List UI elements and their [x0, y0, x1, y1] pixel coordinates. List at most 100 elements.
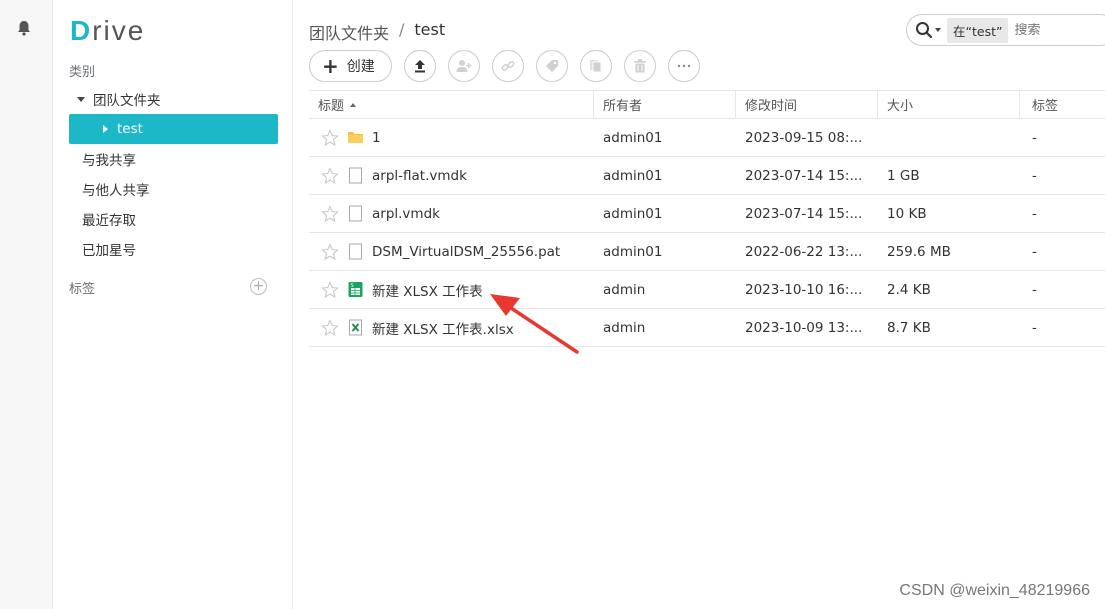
file-name[interactable]: 新建 XLSX 工作表.xlsx	[372, 318, 514, 338]
file-name[interactable]: arpl.vmdk	[372, 206, 440, 222]
cell-owner: admin01	[603, 167, 663, 184]
cell-size: 1 GB	[887, 167, 920, 184]
more-button[interactable]	[667, 50, 700, 82]
star-icon[interactable]	[321, 166, 339, 185]
cell-tags: -	[1032, 281, 1037, 298]
cell-size: 2.4 KB	[887, 281, 931, 298]
cell-tags: -	[1032, 319, 1037, 336]
spreadsheet-icon: S	[348, 282, 363, 297]
category-label: 类别	[69, 65, 96, 80]
file-name[interactable]: 1	[372, 130, 381, 146]
file-name[interactable]: arpl-flat.vmdk	[372, 168, 467, 184]
file-table: 标题 所有者 修改时间 大小 标签 1 admin01 2023-09-15 08:…	[309, 90, 1105, 347]
search-scope[interactable]: 在“test”	[947, 17, 1009, 43]
caret-right-icon[interactable]	[103, 125, 108, 133]
trash-icon	[633, 59, 646, 73]
breadcrumb-root[interactable]: 团队文件夹	[309, 20, 389, 44]
table-row[interactable]: DSM_VirtualDSM_25556.pat admin01 2022-06-2…	[309, 233, 1105, 271]
star-icon[interactable]	[321, 242, 339, 261]
column-title[interactable]: 标题	[309, 91, 594, 118]
cell-tags: -	[1032, 129, 1037, 146]
tag-button[interactable]	[535, 50, 568, 82]
cell-title[interactable]: arpl-flat.vmdk	[309, 166, 594, 185]
cell-size: 259.6 MB	[887, 243, 951, 260]
sidebar-item-starred[interactable]: 已加星号	[69, 234, 278, 264]
breadcrumb-separator: /	[399, 20, 405, 39]
breadcrumb-current: test	[414, 20, 446, 39]
sidebar-item-label: 团队文件夹	[93, 93, 161, 109]
column-modified[interactable]: 修改时间	[736, 91, 878, 118]
file-name[interactable]: DSM_VirtualDSM_25556.pat	[372, 244, 560, 260]
svg-text:S: S	[351, 283, 354, 289]
sidebar-item-shared-with-me[interactable]: 与我共享	[69, 144, 278, 174]
cell-tags: -	[1032, 205, 1037, 222]
table-header: 标题 所有者 修改时间 大小 标签	[309, 90, 1105, 119]
left-rail	[0, 0, 53, 609]
chevron-down-icon[interactable]	[935, 28, 941, 32]
folder-icon	[348, 132, 363, 143]
toolbar: + 创建	[309, 50, 700, 82]
sidebar-item-test[interactable]: test	[69, 114, 278, 144]
star-icon[interactable]	[321, 280, 339, 299]
cell-title[interactable]: DSM_VirtualDSM_25556.pat	[309, 242, 594, 261]
tag-icon	[545, 60, 558, 72]
cell-size: 8.7 KB	[887, 319, 931, 336]
share-user-button[interactable]	[447, 50, 480, 82]
watermark: CSDN @weixin_48219966	[899, 582, 1090, 599]
cell-title[interactable]: arpl.vmdk	[309, 204, 594, 223]
create-button[interactable]: + 创建	[309, 50, 392, 82]
sidebar: Drive 类别 团队文件夹 test 与我共享 与他人共享 最近存取 已加星号…	[53, 0, 293, 609]
column-owner[interactable]: 所有者	[594, 91, 736, 118]
cell-owner: admin	[603, 281, 646, 298]
sidebar-item-label: test	[117, 121, 143, 137]
table-row[interactable]: arpl.vmdk admin01 2023-07-14 15:... 10 KB -	[309, 195, 1105, 233]
cell-title[interactable]: S 新建 XLSX 工作表	[309, 280, 594, 300]
column-title-label: 标题	[318, 99, 345, 114]
upload-icon	[414, 60, 425, 73]
link-icon	[501, 61, 515, 71]
add-user-icon	[456, 60, 472, 72]
cell-modified: 2022-06-22 13:...	[745, 243, 863, 260]
bell-icon[interactable]	[15, 19, 33, 37]
cell-modified: 2023-09-15 08:...	[745, 129, 863, 146]
sort-ascending-icon	[350, 102, 357, 107]
table-body: 1 admin01 2023-09-15 08:... - arpl-flat.vmdk…	[309, 119, 1105, 347]
caret-down-icon[interactable]	[77, 96, 85, 102]
sidebar-item-shared-with-others[interactable]: 与他人共享	[69, 174, 278, 204]
delete-button[interactable]	[623, 50, 656, 82]
link-button[interactable]	[491, 50, 524, 82]
search-icon[interactable]	[915, 21, 933, 39]
cell-modified: 2023-10-10 16:...	[745, 281, 863, 298]
cell-modified: 2023-07-14 15:...	[745, 167, 863, 184]
create-label: 创建	[346, 59, 375, 75]
cell-tags: -	[1032, 167, 1037, 184]
copy-button[interactable]	[579, 50, 612, 82]
cell-owner: admin01	[603, 129, 663, 146]
drive-logo: Drive	[70, 15, 146, 46]
excel-file-icon	[349, 319, 362, 336]
table-row[interactable]: 1 admin01 2023-09-15 08:... -	[309, 119, 1105, 157]
cell-modified: 2023-10-09 13:...	[745, 319, 863, 336]
star-icon[interactable]	[321, 318, 339, 337]
cell-title[interactable]: 1	[309, 128, 594, 147]
file-name[interactable]: 新建 XLSX 工作表	[372, 280, 483, 300]
star-icon[interactable]	[321, 204, 339, 223]
sidebar-item-team-folder[interactable]: 团队文件夹	[69, 84, 278, 114]
table-row[interactable]: 新建 XLSX 工作表.xlsx admin 2023-10-09 13:... 8.…	[309, 309, 1105, 347]
add-tag-button[interactable]: +	[250, 278, 267, 295]
cell-modified: 2023-07-14 15:...	[745, 205, 863, 222]
upload-button[interactable]	[403, 50, 436, 82]
search-box[interactable]: 在“test”	[906, 14, 1105, 46]
file-icon	[349, 167, 362, 184]
table-row[interactable]: S 新建 XLSX 工作表 admin 2023-10-10 16:... 2.4 KB…	[309, 271, 1105, 309]
column-size[interactable]: 大小	[878, 91, 1020, 118]
cell-title[interactable]: 新建 XLSX 工作表.xlsx	[309, 318, 594, 338]
column-tags[interactable]: 标签	[1020, 91, 1105, 118]
cell-owner: admin01	[603, 243, 663, 260]
table-row[interactable]: arpl-flat.vmdk admin01 2023-07-14 15:... 1 …	[309, 157, 1105, 195]
sidebar-item-recent[interactable]: 最近存取	[69, 204, 278, 234]
plus-icon: +	[322, 54, 339, 78]
search-input[interactable]	[1014, 22, 1075, 38]
file-icon	[349, 205, 362, 222]
star-icon[interactable]	[321, 128, 339, 147]
